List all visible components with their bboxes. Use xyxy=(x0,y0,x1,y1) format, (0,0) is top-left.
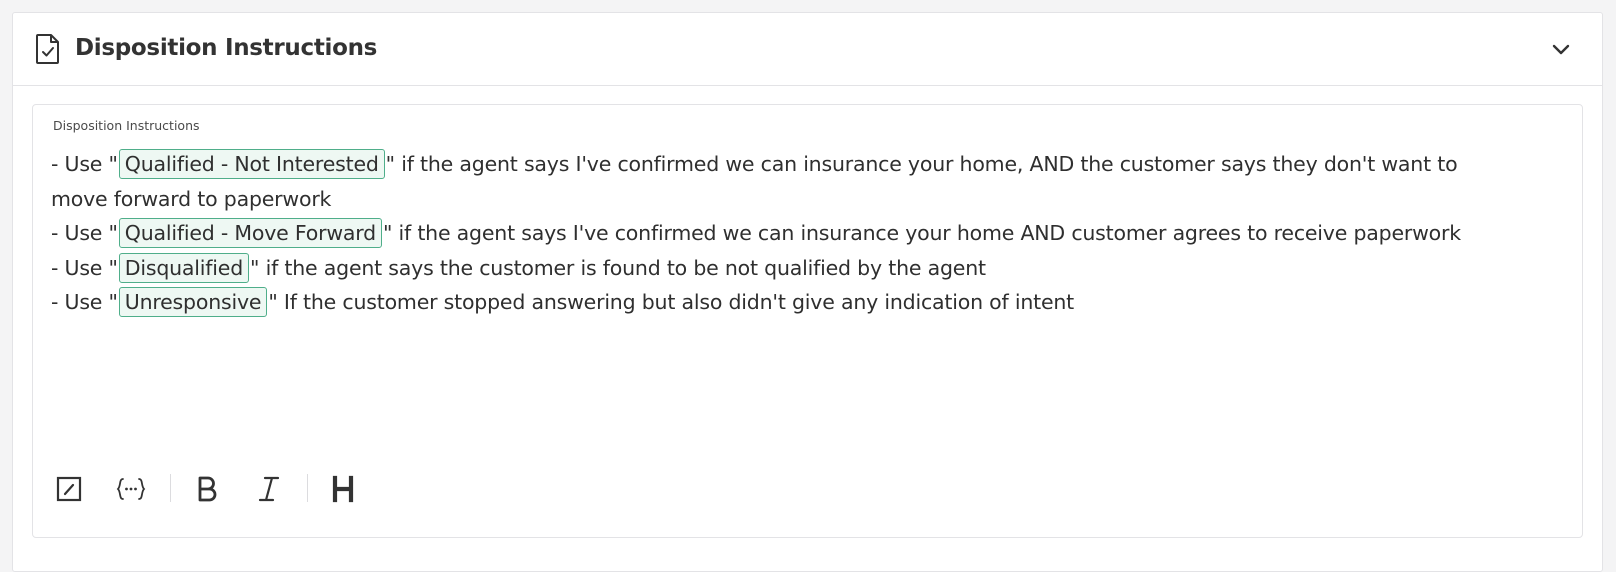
disposition-chip[interactable]: Unresponsive xyxy=(118,287,268,317)
edit-box-icon[interactable] xyxy=(51,471,87,507)
line-text: " If the customer stopped answering but … xyxy=(268,290,1075,314)
chevron-down-icon[interactable] xyxy=(1550,38,1572,60)
instruction-line: - Use " Qualified - Not Interested " if th… xyxy=(51,147,1511,216)
disposition-chip[interactable]: Disqualified xyxy=(118,252,250,283)
line-text: " if the agent says the customer is foun… xyxy=(250,255,986,280)
disposition-chip[interactable]: Qualified - Move Forward xyxy=(118,218,382,248)
heading-icon[interactable] xyxy=(325,471,361,507)
line-prefix: - Use " xyxy=(51,255,118,280)
line-prefix: - Use " xyxy=(51,290,118,314)
instruction-line: - Use " Qualified - Move Forward " if the … xyxy=(51,216,1511,251)
bold-icon[interactable] xyxy=(189,471,225,507)
variable-braces-icon[interactable] xyxy=(113,471,149,507)
instruction-line: - Use " Unresponsive " If the customer sto… xyxy=(51,285,1511,320)
editor-label: Disposition Instructions xyxy=(53,118,200,133)
section-title: Disposition Instructions xyxy=(75,35,378,61)
disposition-chip[interactable]: Qualified - Not Interested xyxy=(118,149,385,179)
section-header[interactable]: Disposition Instructions xyxy=(13,13,1602,86)
editor-content[interactable]: - Use " Qualified - Not Interested " if th… xyxy=(51,147,1511,320)
editor-toolbar xyxy=(45,463,445,515)
disposition-instructions-card: Disposition Instructions Disposition Ins… xyxy=(12,12,1603,572)
line-prefix: - Use " xyxy=(51,221,118,245)
italic-icon[interactable] xyxy=(251,471,287,507)
toolbar-divider xyxy=(307,474,308,502)
line-text: " if the agent says I've confirmed we ca… xyxy=(382,221,1461,245)
document-check-icon xyxy=(35,33,61,65)
line-prefix: - Use " xyxy=(51,152,118,176)
instruction-line: - Use " Disqualified " if the agent says t… xyxy=(51,251,1511,286)
instructions-editor[interactable]: Disposition Instructions - Use " Qualifie… xyxy=(32,104,1583,538)
toolbar-divider xyxy=(170,474,171,502)
